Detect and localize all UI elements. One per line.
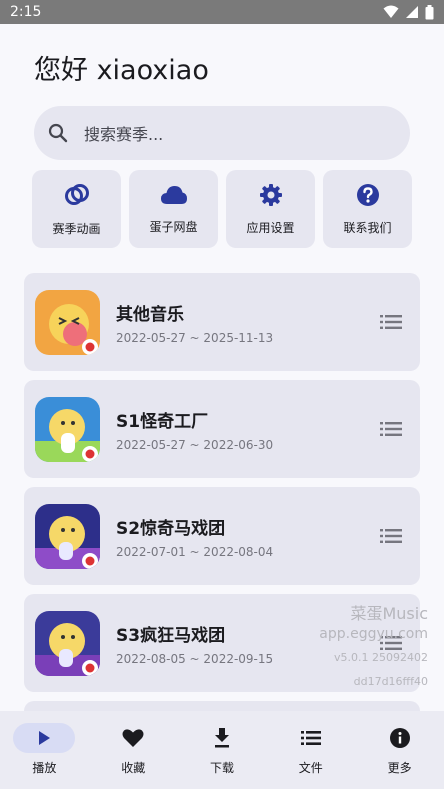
- playlist-icon[interactable]: [380, 529, 402, 543]
- nav-download[interactable]: 下载: [178, 711, 267, 789]
- status-bar: 2:15: [0, 0, 444, 24]
- season-title: 其他音乐: [116, 305, 184, 325]
- shortcut-label: 赛季动画: [52, 221, 101, 236]
- shortcut-label: 应用设置: [246, 220, 295, 235]
- season-thumbnail: [35, 290, 100, 355]
- season-card[interactable]: S2惊奇马戏团 2022-07-01 ~ 2022-08-04: [24, 487, 420, 585]
- search-bar[interactable]: 搜索赛季...: [34, 106, 410, 160]
- shortcut-season-animation[interactable]: 赛季动画: [32, 170, 121, 248]
- status-time: 2:15: [10, 4, 42, 20]
- watermark-site: app.eggyu.com: [319, 626, 428, 642]
- rings-icon: [64, 183, 89, 205]
- season-date: 2022-08-05 ~ 2022-09-15: [116, 652, 274, 666]
- season-date: 2022-07-01 ~ 2022-08-04: [116, 545, 274, 559]
- nav-label: 文件: [298, 761, 323, 775]
- playlist-icon[interactable]: [380, 422, 402, 436]
- battery-icon: [425, 4, 434, 19]
- play-icon: [39, 731, 51, 745]
- season-title: S2惊奇马戏团: [116, 519, 226, 539]
- watermark-version: v5.0.1 25092402: [334, 651, 428, 664]
- search-icon: [48, 123, 68, 143]
- playlist-icon[interactable]: [380, 315, 402, 329]
- nav-more[interactable]: 更多: [355, 711, 444, 789]
- shortcut-row: 赛季动画 蛋子网盘 应用设置 联系我们: [32, 170, 412, 248]
- signal-icon: [406, 6, 418, 18]
- search-placeholder: 搜索赛季...: [84, 125, 164, 144]
- bottom-navigation: 播放 收藏 下载 文件 更多: [0, 711, 444, 789]
- nav-label: 收藏: [121, 761, 146, 775]
- download-icon: [214, 728, 229, 748]
- season-date: 2022-05-27 ~ 2022-06-30: [116, 438, 274, 452]
- season-title: S3疯狂马戏团: [116, 626, 226, 646]
- help-icon: [356, 183, 379, 206]
- nav-label: 下载: [209, 761, 234, 775]
- nav-play[interactable]: 播放: [0, 711, 89, 789]
- nav-files[interactable]: 文件: [266, 711, 355, 789]
- nav-label: 播放: [32, 761, 57, 775]
- watermark-hash: dd17d16fff40: [353, 675, 428, 688]
- gear-icon: [259, 183, 282, 206]
- season-thumbnail: [35, 504, 100, 569]
- season-title: S1怪奇工厂: [116, 412, 209, 432]
- list-icon: [300, 731, 321, 745]
- shortcut-label: 联系我们: [343, 220, 392, 235]
- nav-label: 更多: [387, 761, 412, 775]
- season-date: 2022-05-27 ~ 2025-11-13: [116, 331, 274, 345]
- info-icon: [389, 728, 410, 748]
- nav-favorites[interactable]: 收藏: [89, 711, 178, 789]
- shortcut-app-settings[interactable]: 应用设置: [226, 170, 315, 248]
- watermark-app-name: 菜蛋Music: [350, 604, 428, 623]
- status-icons: [383, 4, 434, 20]
- cloud-icon: [160, 185, 187, 204]
- season-card[interactable]: 其他音乐 2022-05-27 ~ 2025-11-13: [24, 273, 420, 371]
- season-thumbnail: [35, 397, 100, 462]
- heart-icon: [122, 729, 144, 747]
- wifi-icon: [383, 5, 399, 18]
- shortcut-label: 蛋子网盘: [149, 219, 198, 234]
- shortcut-contact-us[interactable]: 联系我们: [323, 170, 412, 248]
- season-card[interactable]: S1怪奇工厂 2022-05-27 ~ 2022-06-30: [24, 380, 420, 478]
- greeting-title: 您好 xiaoxiao: [34, 55, 209, 86]
- shortcut-cloud-drive[interactable]: 蛋子网盘: [129, 170, 218, 248]
- nav-active-indicator: [13, 723, 76, 753]
- season-thumbnail: [35, 611, 100, 676]
